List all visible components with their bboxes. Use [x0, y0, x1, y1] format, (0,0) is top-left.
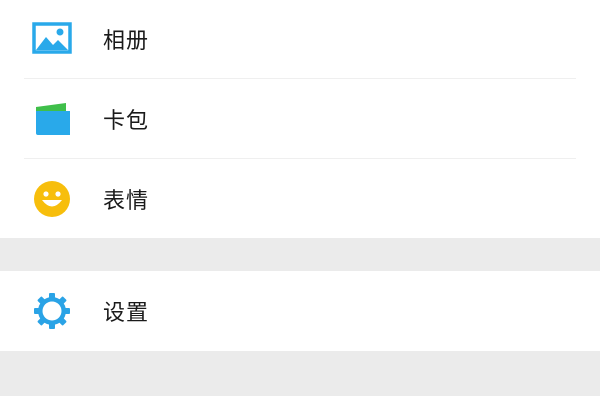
- menu-item-settings[interactable]: 设置: [0, 271, 600, 351]
- menu-group-2: 设置: [0, 271, 600, 351]
- settings-gear-icon: [30, 289, 74, 333]
- menu-item-label: 相册: [103, 29, 150, 54]
- card-wallet-icon: [30, 97, 74, 141]
- menu-item-photo-album[interactable]: 相册: [0, 0, 600, 78]
- menu-item-label: 表情: [103, 188, 150, 214]
- section-spacer: [0, 238, 600, 271]
- emoji-smile-icon: [30, 177, 74, 221]
- menu-item-label: 卡包: [103, 108, 150, 134]
- photo-album-icon: [30, 17, 74, 61]
- menu-item-card-wallet[interactable]: 卡包: [0, 79, 600, 158]
- menu-item-label: 设置: [103, 301, 150, 326]
- menu-item-emoji[interactable]: 表情: [0, 159, 600, 238]
- menu-group-1: 相册 卡包 表情: [0, 0, 600, 238]
